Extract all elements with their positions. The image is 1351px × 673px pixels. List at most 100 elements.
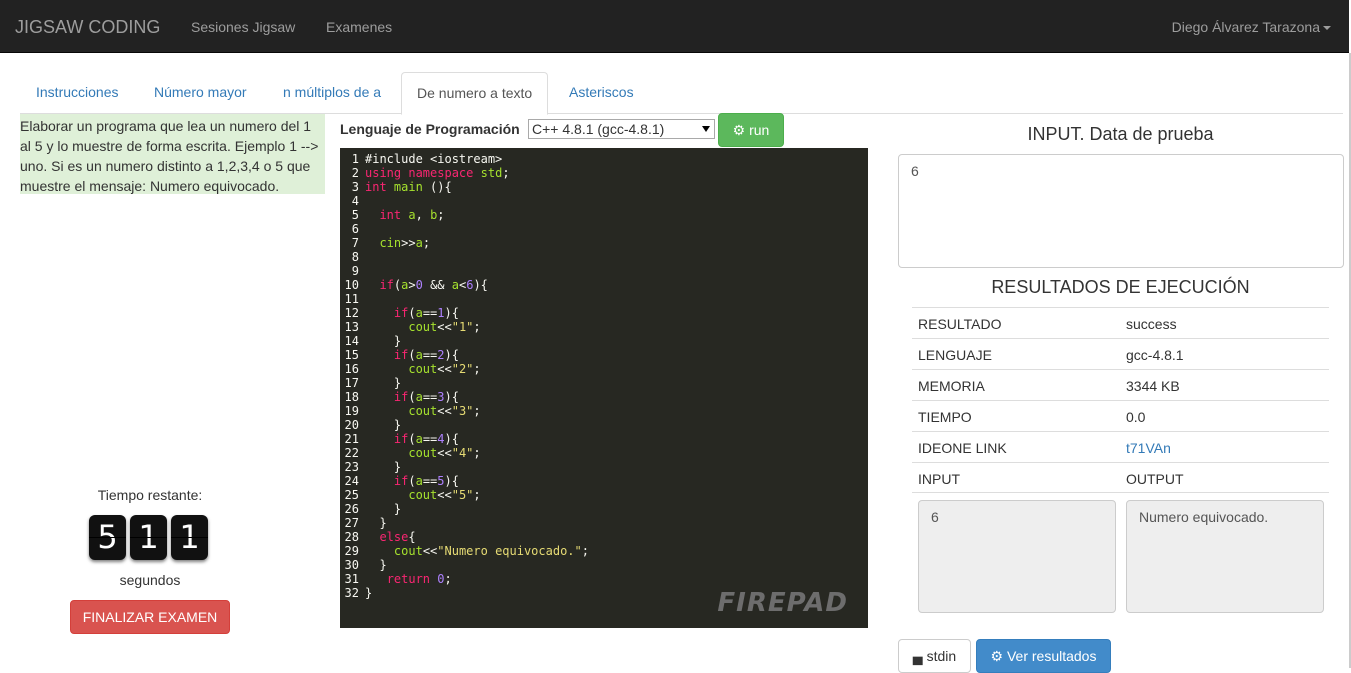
code-lines[interactable]: 1 #include <iostream> 2 using namespace std… xyxy=(340,152,868,600)
tab-instrucciones[interactable]: Instrucciones xyxy=(21,72,133,114)
code-line[interactable]: 28 else{ xyxy=(340,530,868,544)
tab-numero-mayor[interactable]: Número mayor xyxy=(139,72,262,114)
code-text: } xyxy=(365,558,387,572)
code-text: return 0; xyxy=(386,572,452,586)
code-text: } xyxy=(365,376,402,390)
line-number: 27 xyxy=(344,516,359,530)
line-number: 16 xyxy=(344,362,359,376)
line-number: 10 xyxy=(344,278,359,292)
code-line[interactable]: 26 } xyxy=(340,502,868,516)
line-number: 24 xyxy=(344,474,359,488)
code-line[interactable]: 18 if(a==3){ xyxy=(340,390,868,404)
code-line[interactable]: 2 using namespace std; xyxy=(340,166,868,180)
brand[interactable]: JIGSAW CODING xyxy=(15,17,160,38)
code-text: } xyxy=(365,334,402,348)
code-line[interactable]: 23 } xyxy=(340,460,868,474)
timer-label: Tiempo restante: xyxy=(97,487,203,503)
language-select[interactable]: C++ 4.8.1 (gcc-4.8.1) xyxy=(528,119,715,139)
code-text: cout<<"Numero equivocado."; xyxy=(393,544,589,558)
stdin-label: stdin xyxy=(926,648,957,664)
result-key: LENGUAJE xyxy=(918,347,992,363)
line-number: 2 xyxy=(351,166,359,180)
code-line[interactable]: 11 xyxy=(340,292,868,306)
code-line[interactable]: 3 int main (){ xyxy=(340,180,868,194)
nav-link-sesiones[interactable]: Sesiones Jigsaw xyxy=(191,19,295,35)
navbar: JIGSAW CODING Sesiones Jigsaw Examenes D… xyxy=(0,0,1349,53)
code-line[interactable]: 10 if(a>0 && a<6){ xyxy=(340,278,868,292)
line-number: 5 xyxy=(351,208,359,222)
result-key: MEMORIA xyxy=(918,378,985,394)
code-line[interactable]: 12 if(a==1){ xyxy=(340,306,868,320)
caret-down-icon xyxy=(1323,26,1331,31)
code-text: cout<<"2"; xyxy=(408,362,481,376)
code-line[interactable]: 27 } xyxy=(340,516,868,530)
terminal-icon: ▄ xyxy=(912,648,923,664)
code-line[interactable]: 30 } xyxy=(340,558,868,572)
user-name: Diego Álvarez Tarazona xyxy=(1171,19,1320,35)
tab-bar: Instrucciones Número mayor n múltiplos d… xyxy=(20,72,1343,115)
code-text: int a, b; xyxy=(379,208,445,222)
result-value: 3344 KB xyxy=(1126,378,1180,394)
line-number: 32 xyxy=(344,586,359,600)
code-line[interactable]: 24 if(a==5){ xyxy=(340,474,868,488)
code-line[interactable]: 5 int a, b; xyxy=(340,208,868,222)
code-line[interactable]: 13 cout<<"1"; xyxy=(340,320,868,334)
code-text: } xyxy=(365,460,402,474)
code-text: int main (){ xyxy=(365,180,452,194)
line-number: 9 xyxy=(351,264,359,278)
test-input-textarea[interactable]: 6 xyxy=(898,154,1344,268)
gear-icon: ⚙ xyxy=(990,648,1004,664)
timer-unit: segundos xyxy=(119,572,181,588)
table-row: TIEMPO 0.0 xyxy=(912,400,1329,431)
code-text: if(a==4){ xyxy=(393,432,459,446)
line-number: 30 xyxy=(344,558,359,572)
ideone-link[interactable]: t71VAn xyxy=(1126,440,1171,456)
line-number: 20 xyxy=(344,418,359,432)
tab-de-numero-a-texto[interactable]: De numero a texto xyxy=(401,72,549,115)
countdown-digit: 5 xyxy=(89,515,126,560)
code-line[interactable]: 31 return 0; xyxy=(340,572,868,586)
result-value: 0.0 xyxy=(1126,409,1146,425)
code-line[interactable]: 22 cout<<"4"; xyxy=(340,446,868,460)
code-line[interactable]: 14 } xyxy=(340,334,868,348)
tab-asteriscos[interactable]: Asteriscos xyxy=(554,72,649,114)
code-editor[interactable]: 1 #include <iostream> 2 using namespace std… xyxy=(340,148,868,628)
finalizar-examen-button[interactable]: FINALIZAR EXAMEN xyxy=(70,600,230,634)
code-line[interactable]: 8 xyxy=(340,250,868,264)
line-number: 8 xyxy=(351,250,359,264)
table-row: IDEONE LINK t71VAn xyxy=(912,431,1329,462)
dropdown-arrow-icon xyxy=(702,126,710,132)
code-text: } xyxy=(365,502,402,516)
code-line[interactable]: 20 } xyxy=(340,418,868,432)
result-input-textarea[interactable]: 6 xyxy=(918,500,1116,613)
code-text: if(a==1){ xyxy=(393,306,459,320)
user-menu[interactable]: Diego Álvarez Tarazona xyxy=(1172,19,1331,35)
nav-link-examenes[interactable]: Examenes xyxy=(326,19,392,35)
countdown-digit: 1 xyxy=(171,515,208,560)
tab-n-multiplos[interactable]: n múltiplos de a xyxy=(268,72,396,114)
code-line[interactable]: 16 cout<<"2"; xyxy=(340,362,868,376)
code-line[interactable]: 29 cout<<"Numero equivocado."; xyxy=(340,544,868,558)
run-button[interactable]: ⚙ run xyxy=(718,113,784,147)
code-line[interactable]: 6 xyxy=(340,222,868,236)
line-number: 19 xyxy=(344,404,359,418)
code-line[interactable]: 7 cin>>a; xyxy=(340,236,868,250)
code-line[interactable]: 9 xyxy=(340,264,868,278)
line-number: 22 xyxy=(344,446,359,460)
firepad-logo: FIREPAD xyxy=(717,588,848,618)
code-line[interactable]: 25 cout<<"5"; xyxy=(340,488,868,502)
code-text: if(a>0 && a<6){ xyxy=(379,278,488,292)
run-label: run xyxy=(749,122,770,138)
code-text: cout<<"1"; xyxy=(408,320,481,334)
code-line[interactable]: 15 if(a==2){ xyxy=(340,348,868,362)
code-line[interactable]: 4 xyxy=(340,194,868,208)
code-text: cout<<"4"; xyxy=(408,446,481,460)
code-line[interactable]: 1 #include <iostream> xyxy=(340,152,868,166)
input-title: INPUT. Data de prueba xyxy=(1027,124,1214,144)
code-line[interactable]: 21 if(a==4){ xyxy=(340,432,868,446)
code-line[interactable]: 19 cout<<"3"; xyxy=(340,404,868,418)
code-line[interactable]: 17 } xyxy=(340,376,868,390)
result-output-textarea[interactable]: Numero equivocado. xyxy=(1126,500,1324,613)
line-number: 1 xyxy=(351,152,359,166)
line-number: 15 xyxy=(344,348,359,362)
